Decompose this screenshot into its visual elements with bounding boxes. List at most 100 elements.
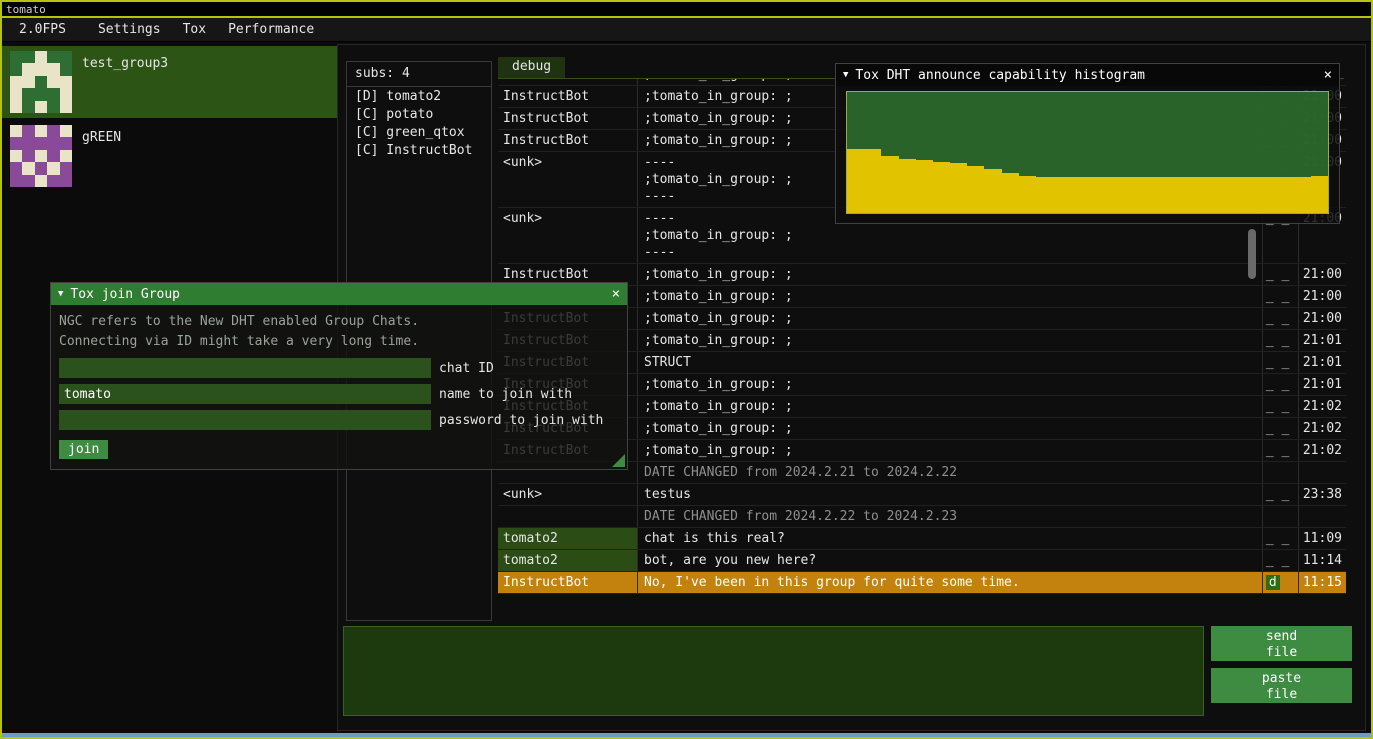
chat-row-message: ;tomato_in_group: ; bbox=[638, 374, 1262, 395]
chat-message-row[interactable]: tomato2chat is this real?_ _11:09 bbox=[498, 528, 1346, 550]
histogram-bar bbox=[1259, 177, 1276, 213]
collapse-arrow-icon[interactable]: ▼ bbox=[843, 70, 848, 80]
chat-row-timestamp: 21:00 bbox=[1298, 308, 1346, 329]
close-icon[interactable]: × bbox=[612, 286, 620, 302]
chat-row-timestamp: 21:01 bbox=[1298, 374, 1346, 395]
histogram-bar bbox=[1190, 177, 1207, 213]
chat-row-name: tomato2 bbox=[498, 550, 638, 571]
histogram-titlebar[interactable]: ▼ Tox DHT announce capability histogram … bbox=[836, 64, 1339, 86]
chat-row-timestamp: 21:00 bbox=[1298, 286, 1346, 307]
histogram-plot[interactable] bbox=[846, 91, 1329, 214]
chat-scrollbar[interactable] bbox=[1248, 229, 1256, 279]
chat-row-flags bbox=[1262, 462, 1298, 483]
fps-counter: 2.0FPS bbox=[8, 20, 77, 39]
join-name-input[interactable] bbox=[59, 384, 431, 404]
histogram-bar bbox=[1242, 177, 1259, 213]
join-group-body: NGC refers to the New DHT enabled Group … bbox=[51, 305, 627, 466]
chat-row-timestamp: 21:00 bbox=[1298, 264, 1346, 285]
chat-row-name: InstructBot bbox=[498, 79, 638, 85]
chat-row-flags: _ _ bbox=[1262, 484, 1298, 505]
chat-id-input[interactable] bbox=[59, 358, 431, 378]
join-password-input[interactable] bbox=[59, 410, 431, 430]
histogram-bar bbox=[1053, 177, 1070, 213]
histogram-bar bbox=[1311, 176, 1328, 214]
chat-row-message: ;tomato_in_group: ; bbox=[638, 286, 1262, 307]
chat-row-flags: _ _ bbox=[1262, 418, 1298, 439]
histogram-bar bbox=[1070, 177, 1087, 213]
chat-row-message: ;tomato_in_group: ; bbox=[638, 440, 1262, 461]
chat-row-name: InstructBot bbox=[498, 86, 638, 107]
app-window: tomato 2.0FPSSettingsToxPerformance test… bbox=[0, 0, 1373, 739]
chat-row-timestamp: 11:09 bbox=[1298, 528, 1346, 549]
delivered-flag: d bbox=[1266, 575, 1280, 590]
file-buttons: send file paste file bbox=[1211, 626, 1352, 710]
histogram-bar bbox=[950, 163, 967, 213]
chat-row-timestamp: 21:02 bbox=[1298, 418, 1346, 439]
members-header: subs: 4 bbox=[347, 62, 491, 87]
sidebar-item-test_group3[interactable]: test_group3 bbox=[2, 46, 337, 118]
member-item[interactable]: [D] tomato2 bbox=[347, 87, 491, 105]
chat-row-flags: _ _ bbox=[1262, 374, 1298, 395]
chat-row-flags: d bbox=[1262, 572, 1298, 593]
group-avatar-icon bbox=[10, 125, 72, 187]
chat-row-message: chat is this real? bbox=[638, 528, 1262, 549]
histogram-bar bbox=[1087, 177, 1104, 213]
histogram-bar bbox=[847, 149, 864, 213]
chat-row-message: ;tomato_in_group: ; bbox=[638, 264, 1262, 285]
send-file-button[interactable]: send file bbox=[1211, 626, 1352, 661]
member-list: [D] tomato2[C] potato[C] green_qtox[C] I… bbox=[347, 87, 491, 159]
chat-message-row[interactable]: InstructBotNo, I've been in this group f… bbox=[498, 572, 1346, 594]
chat-row-message: DATE CHANGED from 2024.2.21 to 2024.2.22 bbox=[638, 462, 1262, 483]
sidebar-item-green[interactable]: gREEN bbox=[2, 120, 337, 192]
resize-grip[interactable] bbox=[612, 454, 625, 467]
join-group-description-line2: Connecting via ID might take a very long… bbox=[59, 332, 619, 352]
chat-row-message: ;tomato_in_group: ; bbox=[638, 418, 1262, 439]
menubar: 2.0FPS SettingsToxPerformance bbox=[2, 18, 1371, 42]
message-input[interactable] bbox=[343, 626, 1204, 716]
member-item[interactable]: [C] green_qtox bbox=[347, 123, 491, 141]
close-icon[interactable]: × bbox=[1324, 67, 1332, 83]
chat-row-flags bbox=[1262, 506, 1298, 527]
histogram-bar bbox=[881, 156, 898, 213]
histogram-bar bbox=[1122, 177, 1139, 213]
chat-row-name: <unk> bbox=[498, 208, 638, 263]
paste-file-button[interactable]: paste file bbox=[1211, 668, 1352, 703]
chat-row-name: <unk> bbox=[498, 484, 638, 505]
member-item[interactable]: [C] potato bbox=[347, 105, 491, 123]
chat-row-flags: _ _ bbox=[1262, 308, 1298, 329]
join-button[interactable]: join bbox=[59, 440, 108, 459]
chat-row-message: No, I've been in this group for quite so… bbox=[638, 572, 1262, 593]
chat-row-message: ;tomato_in_group: ; bbox=[638, 396, 1262, 417]
tab-debug[interactable]: debug bbox=[498, 57, 565, 78]
chat-row-name: tomato2 bbox=[498, 528, 638, 549]
histogram-window-title: Tox DHT announce capability histogram bbox=[855, 68, 1145, 83]
histogram-bar bbox=[1036, 177, 1053, 213]
chat-row-message: testus bbox=[638, 484, 1262, 505]
group-avatar-icon bbox=[10, 51, 72, 113]
chat-message-row[interactable]: tomato2bot, are you new here?_ _11:14 bbox=[498, 550, 1346, 572]
menu-item-performance[interactable]: Performance bbox=[217, 20, 325, 39]
chat-row-flags: _ _ bbox=[1262, 440, 1298, 461]
histogram-bar bbox=[1173, 177, 1190, 213]
histogram-bar bbox=[1105, 177, 1122, 213]
chat-row-flags: _ _ bbox=[1262, 550, 1298, 571]
histogram-bar bbox=[899, 159, 916, 213]
member-item[interactable]: [C] InstructBot bbox=[347, 141, 491, 159]
histogram-bar bbox=[1019, 176, 1036, 214]
histogram-bar bbox=[1225, 177, 1242, 213]
histogram-bar bbox=[933, 162, 950, 213]
chat-message-row[interactable]: <unk>testus_ _23:38 bbox=[498, 484, 1346, 506]
menu-item-tox[interactable]: Tox bbox=[172, 20, 217, 39]
chat-row-timestamp: 21:02 bbox=[1298, 440, 1346, 461]
join-group-window: ▼ Tox join Group × NGC refers to the New… bbox=[50, 282, 628, 470]
chat-system-row[interactable]: DATE CHANGED from 2024.2.22 to 2024.2.23 bbox=[498, 506, 1346, 528]
chat-row-message: ;tomato_in_group: ; bbox=[638, 330, 1262, 351]
histogram-bar bbox=[1293, 177, 1310, 213]
collapse-arrow-icon[interactable]: ▼ bbox=[58, 289, 63, 299]
join-group-titlebar[interactable]: ▼ Tox join Group × bbox=[51, 283, 627, 305]
chat-row-name bbox=[498, 506, 638, 527]
chat-row-message: bot, are you new here? bbox=[638, 550, 1262, 571]
menu-item-settings[interactable]: Settings bbox=[87, 20, 172, 39]
chat-id-label: chat ID bbox=[439, 361, 494, 376]
join-group-description-line1: NGC refers to the New DHT enabled Group … bbox=[59, 312, 619, 332]
